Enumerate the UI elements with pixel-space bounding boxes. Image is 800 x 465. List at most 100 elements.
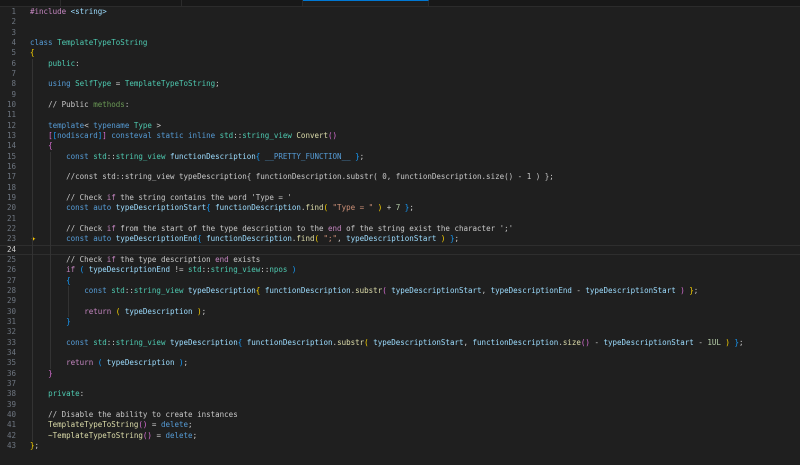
code-line[interactable]: 20 const auto typeDescriptionStart{ func… (0, 203, 800, 213)
code-line[interactable]: 41 TemplateTypeToString() = delete; (0, 420, 800, 430)
code-line[interactable]: 9 (0, 90, 800, 100)
code-text: public: (48, 58, 80, 68)
code-line[interactable]: 39 (0, 400, 800, 410)
line-number: 22 (6, 223, 16, 233)
line-number: 36 (6, 368, 16, 378)
code-line[interactable]: 6 public: (0, 59, 800, 69)
code-line[interactable]: 18 (0, 183, 800, 193)
line-number: 7 (11, 68, 16, 78)
code-line[interactable]: 16 (0, 162, 800, 172)
code-text: } (48, 368, 53, 378)
code-line[interactable]: 29 (0, 296, 800, 306)
line-number: 42 (6, 430, 16, 440)
line-number: 5 (11, 48, 16, 58)
line-number: 39 (6, 399, 16, 409)
code-line[interactable]: 38 private: (0, 389, 800, 399)
line-number: 34 (6, 347, 16, 357)
code-line[interactable]: 1 #include <string> (0, 7, 800, 17)
code-line[interactable]: 19 // Check if the string contains the w… (0, 193, 800, 203)
code-line[interactable]: 25 // Check if the type description end … (0, 255, 800, 265)
code-text: const std::string_view typeDescription{ … (84, 285, 699, 295)
code-line[interactable]: 27 { (0, 276, 800, 286)
editor-tab-active[interactable] (303, 0, 429, 6)
code-text: const std::string_view functionDescripti… (66, 151, 365, 161)
code-text: const auto typeDescriptionEnd{ functionD… (66, 234, 459, 244)
code-text: if ( typeDescriptionEnd != std::string_v… (66, 265, 297, 275)
line-number: 29 (6, 296, 16, 306)
code-line[interactable]: 3 (0, 28, 800, 38)
code-line[interactable]: 32 (0, 327, 800, 337)
code-text: #include <string> (30, 7, 107, 16)
code-editor[interactable]: 1 #include <string> 2 3 4 class TemplateTypeT… (0, 7, 800, 465)
code-text: // Check if the string contains the word… (66, 192, 292, 202)
line-number: 20 (6, 203, 16, 213)
code-line[interactable]: 42 ~TemplateTypeToString() = delete; (0, 431, 800, 441)
line-number: 33 (6, 337, 16, 347)
code-line[interactable]: 24 (0, 245, 800, 255)
code-line[interactable]: 31 } (0, 317, 800, 327)
code-line[interactable]: 7 (0, 69, 800, 79)
code-text: }; (30, 440, 40, 450)
line-number: 35 (6, 358, 16, 368)
code-line[interactable]: 40 // Disable the ability to create inst… (0, 410, 800, 420)
line-number: 2 (11, 17, 16, 27)
line-number: 18 (6, 182, 16, 192)
line-number: 1 (11, 7, 16, 16)
code-text: { (30, 48, 35, 58)
code-line[interactable]: 36 } (0, 369, 800, 379)
code-text: [[nodiscard]] consteval static inline st… (48, 130, 338, 140)
code-line[interactable]: 37 (0, 379, 800, 389)
code-text: { (48, 141, 53, 151)
code-line[interactable]: 11 (0, 110, 800, 120)
code-line[interactable]: 22 // Check if from the start of the typ… (0, 224, 800, 234)
code-line[interactable]: 13 [[nodiscard]] consteval static inline… (0, 131, 800, 141)
line-number: 9 (11, 89, 16, 99)
tab-bar (0, 0, 800, 7)
code-line[interactable]: 28 const std::string_view typeDescriptio… (0, 286, 800, 296)
code-line[interactable]: 12 template< typename Type > (0, 121, 800, 131)
code-text: return ( typeDescription ); (66, 358, 189, 368)
editor-tab[interactable] (61, 0, 182, 6)
code-line[interactable]: 10 // Public methods: (0, 100, 800, 110)
code-line[interactable]: 34 (0, 348, 800, 358)
code-line[interactable]: 30 return ( typeDescription ); (0, 307, 800, 317)
code-line[interactable]: 33 const std::string_view typeDescriptio… (0, 338, 800, 348)
line-number: 27 (6, 275, 16, 285)
line-number: 32 (6, 327, 16, 337)
code-text: const std::string_view typeDescription{ … (66, 337, 744, 347)
editor-tab[interactable] (0, 0, 61, 6)
code-line[interactable]: 14 { (0, 141, 800, 151)
line-number: 25 (6, 254, 16, 264)
line-number: 15 (6, 151, 16, 161)
line-number: 14 (6, 141, 16, 151)
line-number: 4 (11, 37, 16, 47)
code-text: TemplateTypeToString() = delete; (48, 420, 193, 430)
line-number: 16 (6, 161, 16, 171)
code-line[interactable]: 43}; (0, 441, 800, 451)
code-line[interactable]: 2 (0, 17, 800, 27)
code-line[interactable]: 35 return ( typeDescription ); (0, 358, 800, 368)
code-text: // Check if from the start of the type d… (66, 223, 514, 233)
code-line[interactable]: 15 const std::string_view functionDescri… (0, 152, 800, 162)
code-line[interactable]: 21 (0, 214, 800, 224)
line-number: 43 (6, 440, 16, 450)
line-number: 31 (6, 316, 16, 326)
line-number: 11 (6, 110, 16, 120)
code-line[interactable]: 23 const auto typeDescriptionEnd{ functi… (0, 234, 800, 244)
line-number: 28 (6, 285, 16, 295)
line-number: 17 (6, 172, 16, 182)
code-line[interactable]: 17 //const std::string_view typeDescript… (0, 172, 800, 182)
code-text: private: (48, 389, 85, 399)
line-number: 30 (6, 306, 16, 316)
code-line[interactable]: 5{ (0, 48, 800, 58)
code-text: using SelfType = TemplateTypeToString; (48, 79, 220, 89)
editor-tab[interactable] (182, 0, 303, 6)
line-number: 8 (11, 79, 16, 89)
code-line[interactable]: 4 class TemplateTypeToString (0, 38, 800, 48)
line-number: 6 (11, 58, 16, 68)
code-text: // Check if the type description end exi… (66, 254, 261, 264)
code-text: const auto typeDescriptionStart{ functio… (66, 203, 414, 213)
code-line[interactable]: 26 if ( typeDescriptionEnd != std::strin… (0, 265, 800, 275)
line-number: 3 (11, 27, 16, 37)
code-line[interactable]: 8 using SelfType = TemplateTypeToString; (0, 79, 800, 89)
